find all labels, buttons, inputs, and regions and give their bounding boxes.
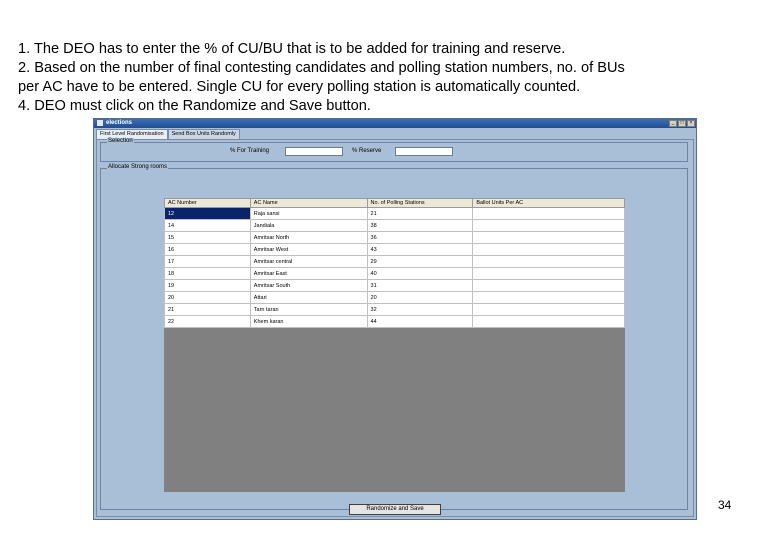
- table-row[interactable]: 20 Attari 20: [164, 291, 625, 304]
- table-cell[interactable]: [472, 255, 625, 268]
- table-cell[interactable]: 21: [164, 303, 251, 316]
- table-row[interactable]: 17 Amritsar central 29: [164, 255, 625, 268]
- selection-legend: Selection: [107, 138, 134, 144]
- table-cell[interactable]: 31: [366, 279, 474, 292]
- tab-panel: Selection % For Training % Reserve Alloc…: [96, 138, 694, 517]
- window-title: elections: [106, 120, 133, 126]
- column-header[interactable]: AC Number: [164, 198, 251, 208]
- table-cell[interactable]: [472, 315, 625, 328]
- instruction-line: per AC have to be entered. Single CU for…: [18, 79, 581, 95]
- table-row[interactable]: 18 Amritsar East 40: [164, 267, 625, 280]
- app-window: elections _ □ × First Level Randomisatio…: [93, 118, 697, 520]
- table-cell[interactable]: 32: [366, 303, 474, 316]
- selection-group: Selection % For Training % Reserve: [100, 138, 688, 162]
- table-cell[interactable]: 15: [164, 231, 251, 244]
- table-cell[interactable]: Amritsar South: [249, 279, 368, 292]
- table-row[interactable]: 14 Jandiala 38: [164, 219, 625, 232]
- table-cell[interactable]: 21: [366, 207, 474, 220]
- table-cell[interactable]: [472, 207, 625, 220]
- table-row[interactable]: 16 Amritsar West 43: [164, 243, 625, 256]
- table-cell[interactable]: 14: [164, 219, 251, 232]
- table-cell[interactable]: 40: [366, 267, 474, 280]
- header-row: AC Number AC Name No. of Polling Station…: [164, 198, 625, 208]
- training-label: % For Training: [230, 148, 270, 154]
- table-cell[interactable]: [472, 303, 625, 316]
- reserve-percent-input[interactable]: [395, 147, 453, 156]
- polling-table: AC Number AC Name No. of Polling Station…: [164, 198, 625, 328]
- column-header[interactable]: Ballot Units Per AC: [472, 198, 625, 208]
- table-cell[interactable]: Raja sansi: [249, 207, 368, 220]
- column-header[interactable]: No. of Polling Stations: [366, 198, 474, 208]
- table-cell[interactable]: Khem karan: [249, 315, 368, 328]
- minimize-button[interactable]: _: [669, 120, 677, 127]
- table-cell[interactable]: 36: [366, 231, 474, 244]
- table-cell[interactable]: 44: [366, 315, 474, 328]
- table-cell[interactable]: Tarn taran: [249, 303, 368, 316]
- table-cell[interactable]: 38: [366, 219, 474, 232]
- table-cell[interactable]: 29: [366, 255, 474, 268]
- table-row[interactable]: 22 Khem karan 44: [164, 315, 625, 328]
- table-cell[interactable]: 20: [366, 291, 474, 304]
- instructions: 1. The DEO has to enter the % of CU/BU t…: [18, 40, 773, 116]
- instruction-line: 4. DEO must click on the Randomize and S…: [18, 98, 371, 114]
- table-cell[interactable]: 20: [164, 291, 251, 304]
- table-cell[interactable]: Amritsar West: [249, 243, 368, 256]
- column-header[interactable]: AC Name: [249, 198, 368, 208]
- table-cell[interactable]: [472, 291, 625, 304]
- maximize-button[interactable]: □: [678, 120, 686, 127]
- data-grid: AC Number AC Name No. of Polling Station…: [164, 198, 625, 492]
- table-cell[interactable]: 17: [164, 255, 251, 268]
- table-cell[interactable]: [472, 243, 625, 256]
- table-cell[interactable]: Amritsar North: [249, 231, 368, 244]
- training-percent-input[interactable]: [285, 147, 343, 156]
- table-row[interactable]: 15 Amritsar North 36: [164, 231, 625, 244]
- table-row[interactable]: 21 Tarn taran 32: [164, 303, 625, 316]
- app-icon: [97, 120, 103, 126]
- table-cell[interactable]: [472, 279, 625, 292]
- reserve-label: % Reserve: [352, 148, 382, 154]
- instruction-line: 1. The DEO has to enter the % of CU/BU t…: [18, 41, 566, 57]
- table-cell[interactable]: 18: [164, 267, 251, 280]
- table-cell[interactable]: Jandiala: [249, 219, 368, 232]
- allocate-legend: Allocate Strong rooms: [107, 164, 169, 170]
- title-bar: elections _ □ ×: [94, 119, 696, 128]
- table-cell[interactable]: Amritsar central: [249, 255, 368, 268]
- table-cell[interactable]: [472, 267, 625, 280]
- table-cell[interactable]: 22: [164, 315, 251, 328]
- table-cell[interactable]: [472, 219, 625, 232]
- table-cell[interactable]: [472, 231, 625, 244]
- randomize-and-save-button[interactable]: Randomize and Save: [349, 504, 441, 515]
- page-number: 34: [718, 498, 732, 512]
- table-row[interactable]: 12 Raja sansi 21: [164, 207, 625, 220]
- close-button[interactable]: ×: [687, 120, 695, 127]
- table-cell[interactable]: 12: [164, 207, 251, 220]
- table-cell[interactable]: 19: [164, 279, 251, 292]
- table-cell[interactable]: 43: [366, 243, 474, 256]
- table-cell[interactable]: 16: [164, 243, 251, 256]
- table-cell[interactable]: Attari: [249, 291, 368, 304]
- table-row[interactable]: 19 Amritsar South 31: [164, 279, 625, 292]
- instruction-line: 2. Based on the number of final contesti…: [18, 60, 625, 76]
- table-cell[interactable]: Amritsar East: [249, 267, 368, 280]
